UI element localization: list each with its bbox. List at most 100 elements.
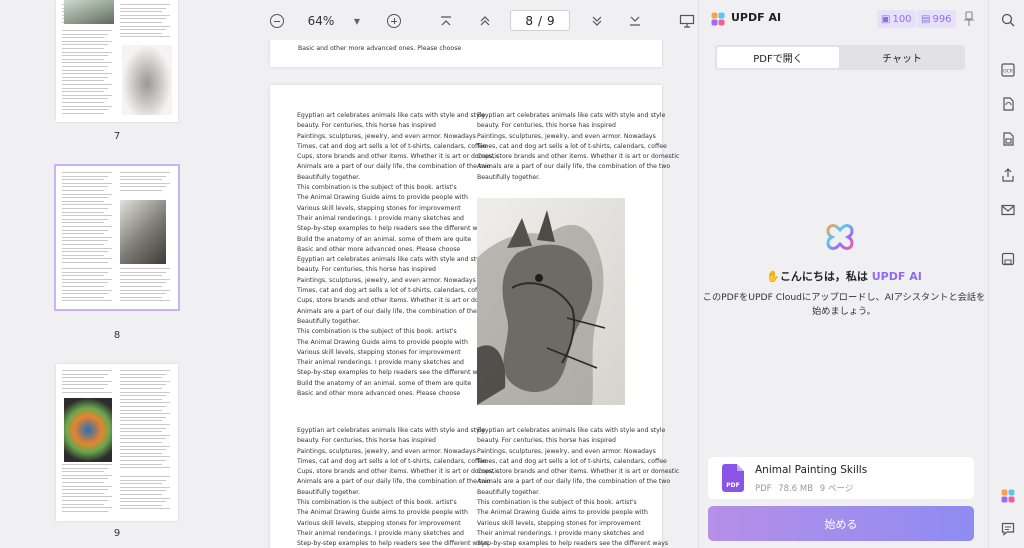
thumbnail-text-line bbox=[120, 175, 166, 177]
text-line: Various skill levels, stepping stones fo… bbox=[477, 519, 641, 527]
text-line: Their animal renderings. I provide many … bbox=[297, 214, 464, 222]
text-line: Animals are a part of our daily life, th… bbox=[477, 478, 671, 486]
thumbnail-page-8[interactable] bbox=[54, 164, 180, 311]
thumbnail-text-line bbox=[62, 300, 112, 302]
thumbnail-text-line bbox=[62, 94, 112, 96]
thumbnail-text-line bbox=[62, 380, 112, 382]
first-page-button[interactable] bbox=[435, 10, 457, 32]
presentation-icon bbox=[679, 14, 695, 28]
page-separator: / bbox=[537, 13, 543, 28]
thumbnail-text-line bbox=[120, 449, 166, 451]
thumbnail-text-line bbox=[120, 463, 162, 465]
thumbnail-text-line bbox=[62, 489, 108, 491]
thumbnail-text-line bbox=[62, 80, 104, 82]
text-line: The Animal Drawing Guide aims to provide… bbox=[297, 509, 468, 517]
email-icon[interactable] bbox=[1001, 202, 1015, 216]
thumbnail-text-line bbox=[62, 464, 112, 465]
tab-chat[interactable]: チャット bbox=[841, 47, 963, 68]
text-line: beauty. For centuries, this horse has in… bbox=[297, 266, 436, 274]
text-line: Step-by-step examples to help readers se… bbox=[297, 369, 489, 377]
text-column: Egyptian art celebrates animals like cat… bbox=[477, 111, 679, 183]
thumbnail-text-line bbox=[120, 18, 166, 20]
ai-panel-title: UPDF AI bbox=[731, 11, 782, 24]
thumbnail-text-line bbox=[120, 431, 162, 433]
last-page-button[interactable] bbox=[624, 10, 646, 32]
thumbnail-text-line bbox=[120, 377, 162, 379]
chat-credits-badge: ▤ 996 bbox=[917, 10, 956, 28]
text-line: Cups, store brands and other items. Whet… bbox=[297, 468, 500, 476]
thumbnail-text-line bbox=[120, 7, 166, 9]
pin-icon[interactable] bbox=[963, 11, 975, 27]
thumbnail-text-line bbox=[120, 286, 162, 287]
thumbnail-text-line bbox=[62, 233, 104, 235]
thumbnail-text-line bbox=[62, 373, 108, 375]
text-line: This combination is the subject of this … bbox=[297, 328, 457, 336]
convert-icon[interactable] bbox=[1001, 96, 1015, 111]
text-line: Various skill levels, stepping stones fo… bbox=[297, 204, 461, 212]
caret-down-icon[interactable]: ▼ bbox=[350, 10, 364, 32]
thumbnail-text-line bbox=[62, 503, 104, 505]
thumbnail-text-line bbox=[62, 69, 104, 71]
zoom-level[interactable]: 64% bbox=[306, 10, 336, 32]
thumbnail-text-line bbox=[120, 445, 170, 447]
page-text-fragment: Basic and other more advanced ones. Plea… bbox=[298, 45, 462, 52]
thumbnail-text-line bbox=[62, 215, 112, 217]
thumbnail-text-line bbox=[62, 102, 104, 103]
thumbnail-text-line bbox=[62, 471, 104, 473]
thumbnail-page-7[interactable] bbox=[56, 0, 178, 122]
save-icon[interactable] bbox=[1001, 251, 1015, 266]
thumbnail-text-line bbox=[62, 186, 108, 188]
updf-ai-icon[interactable] bbox=[1001, 488, 1015, 503]
presentation-button[interactable] bbox=[676, 10, 698, 32]
thumbnail-text-line bbox=[120, 275, 162, 277]
pdf-file-icon: PDF bbox=[722, 464, 744, 492]
thumbnail-text-line bbox=[120, 300, 170, 302]
thumbnail-text-line bbox=[62, 226, 112, 227]
thumbnail-text-line bbox=[62, 236, 112, 238]
thumbnail-text-line bbox=[62, 172, 112, 173]
waving-hand-icon: ✋ bbox=[766, 270, 780, 283]
search-icon[interactable] bbox=[1001, 12, 1015, 27]
comment-icon[interactable] bbox=[1001, 521, 1015, 536]
ocr-label: OCR bbox=[1003, 69, 1013, 75]
thumbnail-text-line bbox=[62, 251, 108, 253]
thumbnail-text-line bbox=[120, 479, 166, 481]
document-viewer[interactable]: Basic and other more advanced ones. Plea… bbox=[250, 40, 698, 548]
text-line: Beautifully together. bbox=[477, 173, 541, 181]
thumbnail-text-line bbox=[120, 402, 170, 404]
prev-page-button[interactable] bbox=[474, 10, 496, 32]
protect-icon[interactable] bbox=[1001, 131, 1015, 146]
text-line: The Animal Drawing Guide aims to provide… bbox=[477, 509, 648, 517]
page-number-input[interactable]: 8 / 9 bbox=[510, 10, 570, 31]
tab-open-pdf[interactable]: PDFで開く bbox=[717, 47, 839, 68]
next-page-button[interactable] bbox=[586, 10, 608, 32]
thumbnail-text-line bbox=[120, 486, 170, 488]
text-line: Step-by-step examples to help readers se… bbox=[297, 540, 489, 548]
file-card[interactable]: PDF Animal Painting Skills PDF 78.6 MB 9… bbox=[708, 457, 974, 499]
zoom-in-button[interactable] bbox=[383, 10, 405, 32]
thumbnail-text-line bbox=[62, 193, 112, 195]
thumbnail-text-line bbox=[120, 398, 162, 400]
updf-ai-logo-icon bbox=[711, 11, 725, 26]
start-button[interactable]: 始める bbox=[708, 506, 974, 541]
thumbnail-text-line bbox=[62, 268, 112, 269]
ai-assistant-panel: UPDF AI ▣ 100 ▤ 996 PDFで開く チャット ✋こんにちは，私… bbox=[698, 0, 988, 548]
zoom-out-button[interactable] bbox=[266, 10, 288, 32]
share-icon[interactable] bbox=[1001, 167, 1015, 182]
text-line: Step-by-step examples to help readers se… bbox=[297, 225, 489, 233]
thumbnail-text-line bbox=[120, 296, 162, 298]
thumbnail-label: 7 bbox=[113, 131, 121, 142]
thumbnail-page-9[interactable] bbox=[56, 364, 178, 521]
text-line: Egyptian art celebrates animals like cat… bbox=[297, 112, 486, 119]
thumbnail-text-line bbox=[120, 434, 170, 436]
thumbnail-text-line bbox=[120, 467, 170, 469]
text-line: Paintings, sculptures, jewelry, and even… bbox=[477, 447, 656, 455]
text-line: This combination is the subject of this … bbox=[477, 499, 637, 507]
thumbnail-text-line bbox=[120, 179, 162, 181]
thumbnail-text-line bbox=[120, 420, 162, 422]
text-line: Animals are a part of our daily life, th… bbox=[297, 163, 491, 171]
ocr-icon[interactable]: OCR bbox=[1001, 62, 1015, 77]
thumbnail-text-line bbox=[62, 492, 104, 494]
thumbnail-text-line bbox=[62, 244, 104, 245]
thumbnail-text-line bbox=[120, 490, 166, 492]
